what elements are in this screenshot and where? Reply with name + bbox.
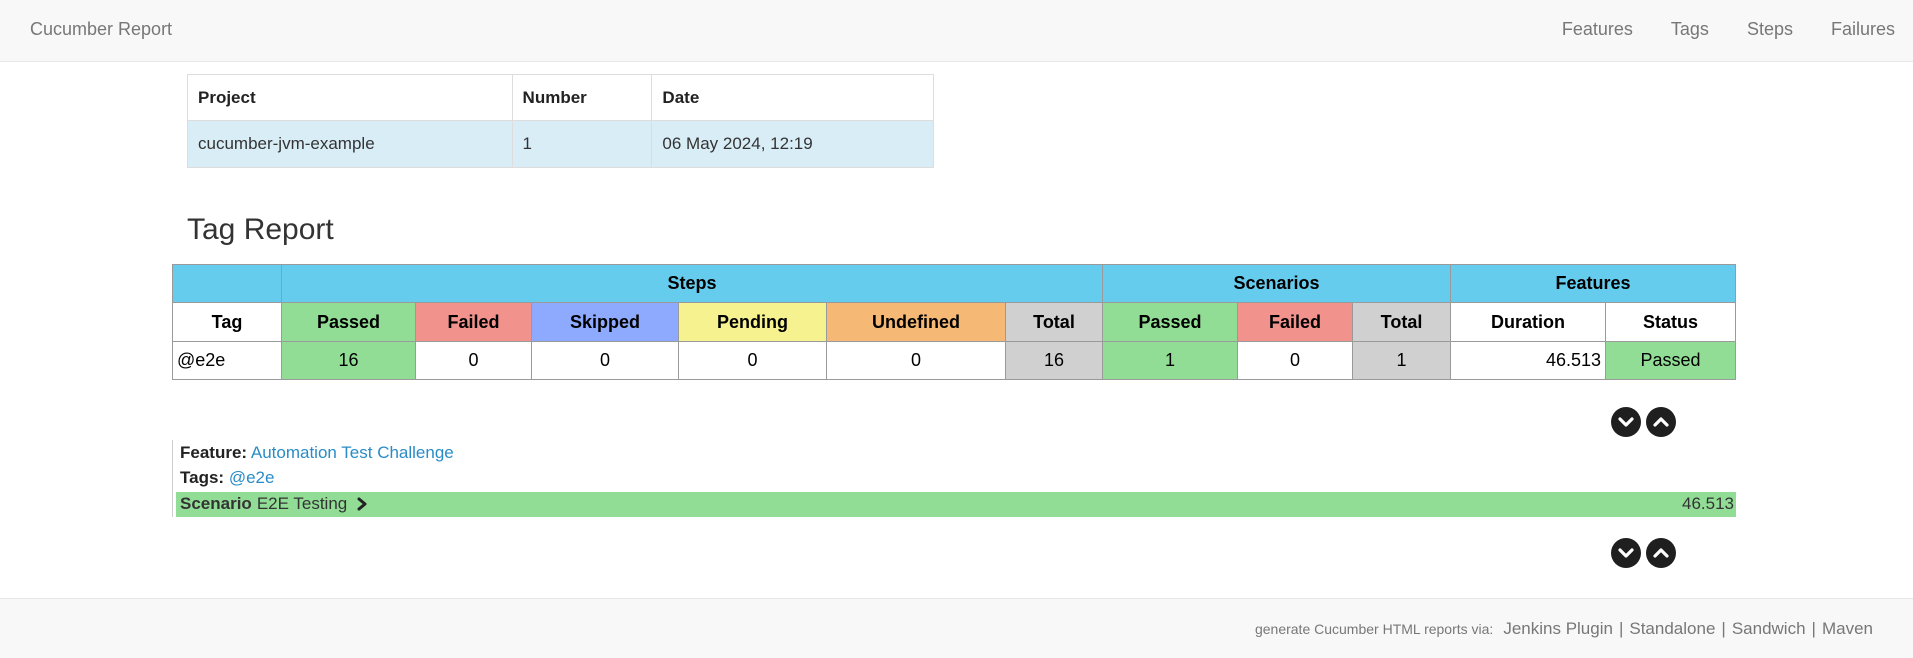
header-project: Project	[187, 74, 513, 121]
footer-link-jenkins[interactable]: Jenkins Plugin	[1503, 619, 1613, 639]
col-status[interactable]: Status	[1605, 302, 1737, 342]
col-steps-skipped[interactable]: Skipped	[531, 302, 679, 342]
scenario-label: Scenario	[180, 494, 252, 513]
footer-content: generate Cucumber HTML reports via: Jenk…	[1255, 619, 1873, 639]
feature-label: Feature:	[180, 443, 248, 462]
feature-line: Feature: Automation Test Challenge	[180, 443, 454, 463]
chevron-right-icon	[357, 497, 367, 511]
tag-cell[interactable]: @e2e	[172, 341, 282, 380]
scenarios-total-value: 1	[1351, 341, 1452, 380]
group-header-scenarios: Scenarios	[1101, 264, 1452, 303]
scenarios-passed-value: 1	[1102, 341, 1238, 380]
nav-link-failures[interactable]: Failures	[1831, 19, 1895, 40]
scenario-row: Scenario E2E Testing 46.513	[176, 492, 1736, 517]
status-badge: Passed	[1605, 341, 1737, 380]
build-info-header-row: Project Number Date	[187, 74, 934, 121]
steps-failed-value: 0	[415, 341, 532, 380]
chevron-down-icon	[1618, 548, 1634, 558]
chevron-up-icon	[1653, 417, 1669, 427]
expand-all-button[interactable]	[1611, 407, 1641, 437]
nav-link-tags[interactable]: Tags	[1671, 19, 1709, 40]
col-steps-failed[interactable]: Failed	[415, 302, 532, 342]
feature-block: Feature: Automation Test Challenge Tags:…	[172, 440, 1736, 517]
header-date: Date	[651, 74, 934, 121]
chevron-down-icon	[1618, 417, 1634, 427]
footer-separator: |	[1721, 619, 1726, 638]
col-steps-total[interactable]: Total	[1005, 302, 1103, 342]
build-info-row: cucumber-jvm-example 1 06 May 2024, 12:1…	[187, 120, 934, 168]
group-header-blank	[172, 264, 282, 303]
nav-link-features[interactable]: Features	[1562, 19, 1633, 40]
footer-caption: generate Cucumber HTML reports via:	[1254, 621, 1494, 637]
steps-passed-value: 16	[281, 341, 416, 380]
duration-value: 46.513	[1450, 341, 1607, 380]
top-navbar: Cucumber Report Features Tags Steps Fail…	[0, 0, 1913, 62]
brand-title[interactable]: Cucumber Report	[30, 19, 172, 40]
col-scenarios-failed[interactable]: Failed	[1237, 302, 1353, 342]
build-date: 06 May 2024, 12:19	[651, 120, 934, 168]
tags-label: Tags:	[180, 468, 225, 487]
tag-stats-table: Steps Scenarios Features Tag Passed Fail…	[172, 264, 1737, 380]
col-scenarios-passed[interactable]: Passed	[1102, 302, 1238, 342]
col-scenarios-total[interactable]: Total	[1351, 302, 1452, 342]
build-number: 1	[511, 120, 653, 168]
page-title: Tag Report	[187, 213, 334, 246]
nav-links: Features Tags Steps Failures	[1524, 19, 1895, 40]
collapse-all-button[interactable]	[1646, 407, 1676, 437]
scenario-name: E2E Testing	[256, 494, 348, 513]
expand-all-button-bottom[interactable]	[1611, 538, 1641, 568]
project-name: cucumber-jvm-example	[187, 120, 513, 168]
footer-link-standalone[interactable]: Standalone	[1629, 619, 1715, 639]
footer: generate Cucumber HTML reports via: Jenk…	[0, 598, 1913, 658]
footer-separator: |	[1618, 619, 1624, 638]
scenarios-failed-value: 0	[1237, 341, 1353, 380]
col-steps-pending[interactable]: Pending	[678, 302, 827, 342]
steps-pending-value: 0	[678, 341, 827, 380]
scenario-toggle[interactable]: Scenario E2E Testing	[180, 494, 368, 514]
column-header-row: Tag Passed Failed Skipped Pending Undefi…	[172, 302, 1737, 342]
nav-link-steps[interactable]: Steps	[1747, 19, 1793, 40]
group-header-row: Steps Scenarios Features	[172, 264, 1737, 303]
col-duration[interactable]: Duration	[1450, 302, 1607, 342]
col-steps-passed[interactable]: Passed	[281, 302, 416, 342]
footer-link-maven[interactable]: Maven	[1822, 619, 1873, 639]
steps-total-value: 16	[1005, 341, 1103, 380]
header-number: Number	[511, 74, 653, 121]
group-header-features: Features	[1450, 264, 1737, 303]
scenario-duration: 46.513	[1682, 494, 1734, 513]
col-tag[interactable]: Tag	[172, 302, 282, 342]
steps-undefined-value: 0	[826, 341, 1006, 380]
col-steps-undefined[interactable]: Undefined	[826, 302, 1006, 342]
table-row: @e2e 16 0 0 0 0 16 1 0 1 46.513 Passed	[172, 341, 1737, 380]
build-info-table: Project Number Date cucumber-jvm-example…	[187, 74, 934, 168]
group-header-steps: Steps	[281, 264, 1103, 303]
feature-link[interactable]: Automation Test Challenge	[251, 443, 454, 462]
steps-skipped-value: 0	[531, 341, 679, 380]
collapse-all-button-bottom[interactable]	[1646, 538, 1676, 568]
footer-separator: |	[1811, 619, 1816, 638]
tags-line: Tags: @e2e	[180, 468, 274, 488]
tag-link[interactable]: @e2e	[229, 468, 275, 487]
chevron-up-icon	[1653, 548, 1669, 558]
footer-link-sandwich[interactable]: Sandwich	[1732, 619, 1806, 639]
